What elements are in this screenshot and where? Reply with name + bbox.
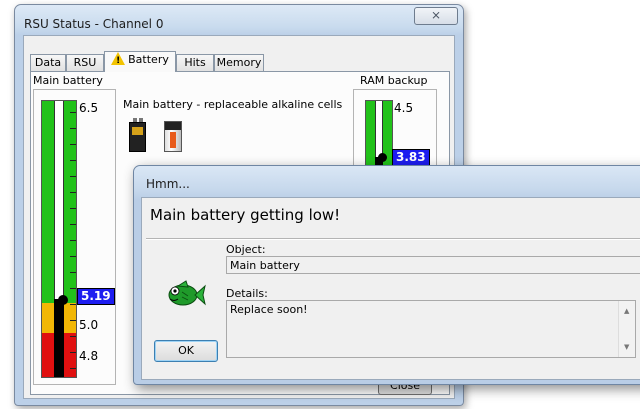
main-battery-label: Main battery (33, 74, 103, 87)
tick (70, 224, 76, 225)
tick (70, 208, 76, 209)
dialog-message: Main battery getting low! (150, 206, 341, 224)
window-close-button[interactable]: ⨯ (414, 7, 458, 25)
gauge-level-marker (58, 295, 68, 305)
tick (70, 112, 76, 113)
tick (70, 288, 76, 289)
ram-gauge-level-marker (378, 153, 387, 162)
details-scrollbar[interactable]: ▲ ▼ (618, 301, 635, 357)
fish-icon (168, 280, 206, 306)
details-label: Details: (226, 287, 268, 300)
tick (70, 128, 76, 129)
alert-dialog: Hmm... Main battery getting low! Object:… (133, 165, 640, 385)
dialog-separator (146, 238, 640, 239)
aa-battery-icon (164, 121, 182, 152)
tick (70, 176, 76, 177)
dialog-client: Main battery getting low! Object: Main b… (141, 197, 640, 380)
tick (70, 336, 76, 337)
tick (70, 160, 76, 161)
ram-gauge-empty-column (375, 101, 383, 157)
tick (70, 352, 76, 353)
details-field: Replace soon! (226, 300, 636, 358)
scroll-up-icon[interactable]: ▲ (624, 307, 629, 315)
tick (70, 368, 76, 369)
main-gauge-mid-label: 5.0 (79, 318, 99, 332)
main-gauge-min-label: 4.8 (79, 349, 99, 363)
tick (70, 304, 76, 305)
scroll-down-icon[interactable]: ▼ (624, 343, 629, 351)
main-gauge-max-label: 6.5 (79, 101, 99, 115)
dialog-title: Hmm... (146, 177, 190, 191)
object-label: Object: (226, 243, 266, 256)
ok-button[interactable]: OK (154, 340, 218, 362)
object-field: Main battery (226, 256, 640, 274)
tab-data[interactable]: Data (30, 54, 66, 71)
battery-description: Main battery - replaceable alkaline cell… (123, 98, 343, 111)
tab-battery[interactable]: ! Battery (104, 51, 176, 72)
ram-gauge-value: 3.83 (392, 149, 430, 166)
warning-icon: ! (111, 52, 126, 66)
main-gauge-value: 5.19 (77, 288, 115, 305)
ram-gauge-max-label: 4.5 (394, 101, 414, 115)
tab-memory[interactable]: Memory (214, 54, 264, 71)
tab-battery-label: Battery (128, 53, 169, 66)
tick (70, 272, 76, 273)
9v-battery-icon (129, 118, 146, 152)
gauge-empty-column (54, 101, 64, 299)
tick (70, 144, 76, 145)
tab-hits[interactable]: Hits (176, 54, 214, 71)
tick (70, 256, 76, 257)
tick (70, 240, 76, 241)
tab-rsu[interactable]: RSU (66, 54, 104, 71)
tick (70, 192, 76, 193)
gauge-level-column (54, 299, 64, 377)
tick (70, 320, 76, 321)
ram-backup-label: RAM backup (360, 74, 428, 87)
window-title: RSU Status - Channel 0 (24, 17, 164, 31)
